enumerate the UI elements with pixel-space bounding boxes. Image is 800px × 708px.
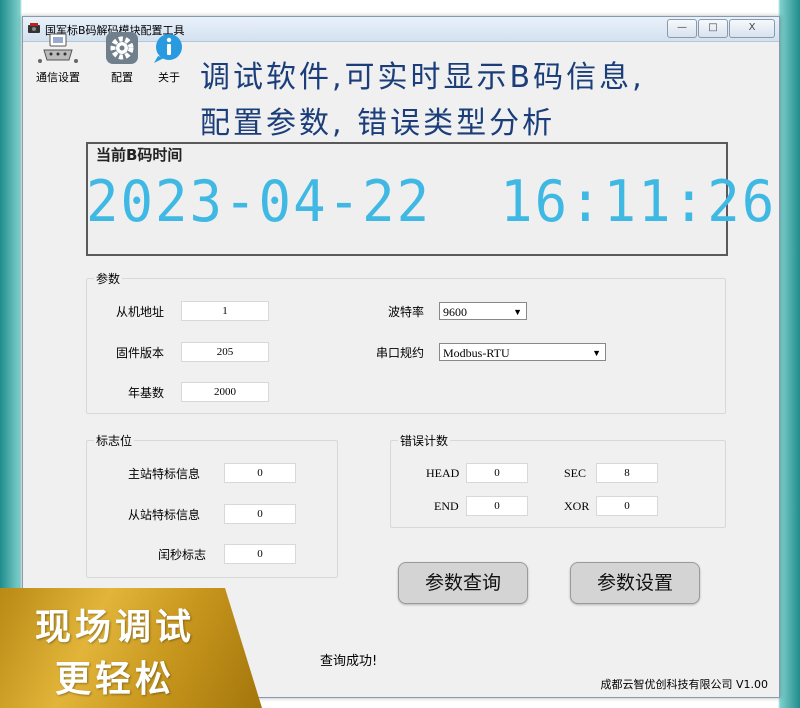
- gear-icon: [106, 32, 138, 64]
- flags-group-title: 标志位: [94, 432, 135, 449]
- head-label: HEAD: [426, 466, 460, 480]
- slave-flag-label: 从站特标信息: [128, 508, 201, 522]
- promo-caption-line2: 配置参数, 错误类型分析: [200, 106, 556, 141]
- leap-second-label: 闰秒标志: [158, 548, 207, 562]
- promo-banner: 现场调试 更轻松: [0, 588, 262, 708]
- toolbar-label-about: 关于: [158, 71, 180, 84]
- master-flag-label: 主站特标信息: [128, 467, 201, 481]
- status-message: 查询成功!: [320, 654, 378, 669]
- baud-rate-label: 波特率: [388, 305, 425, 319]
- protocol-select[interactable]: Modbus-RTU ▼: [439, 343, 606, 361]
- sec-count-field[interactable]: 8: [596, 463, 658, 483]
- toolbar-label-comm: 通信设置: [36, 71, 80, 84]
- leap-second-field[interactable]: 0: [224, 544, 296, 564]
- flags-group: [86, 440, 338, 578]
- window-controls: — □ X: [667, 19, 775, 38]
- minimize-button[interactable]: —: [667, 19, 697, 38]
- current-time-title: 当前B码时间: [94, 144, 185, 165]
- xor-count-field[interactable]: 0: [596, 496, 658, 516]
- company-version: 成都云智优创科技有限公司 V1.00: [600, 678, 768, 691]
- dropdown-arrow-icon: ▼: [513, 307, 522, 317]
- protocol-value: Modbus-RTU: [443, 346, 510, 360]
- promo-banner-line1: 现场调试: [34, 606, 195, 648]
- current-time-display: 2023-04-22 16:11:26: [86, 168, 777, 235]
- toolbar-comm-settings[interactable]: 通信设置: [36, 32, 80, 85]
- close-button[interactable]: X: [729, 19, 775, 38]
- firmware-version-field[interactable]: 205: [181, 342, 269, 362]
- end-count-field[interactable]: 0: [466, 496, 528, 516]
- error-count-group-title: 错误计数: [398, 432, 451, 449]
- promo-caption-line1: 调试软件,可实时显示B码信息,: [200, 60, 645, 95]
- end-label: END: [434, 499, 459, 513]
- year-base-label: 年基数: [128, 386, 165, 400]
- query-params-button[interactable]: 参数查询: [398, 562, 528, 604]
- toolbar-label-config: 配置: [111, 71, 133, 84]
- toolbar-about[interactable]: 关于: [148, 32, 190, 85]
- set-params-button[interactable]: 参数设置: [570, 562, 700, 604]
- dropdown-arrow-icon: ▼: [592, 348, 601, 358]
- maximize-button[interactable]: □: [698, 19, 728, 38]
- error-count-group: [390, 440, 726, 528]
- head-count-field[interactable]: 0: [466, 463, 528, 483]
- slave-flag-field[interactable]: 0: [224, 504, 296, 524]
- baud-rate-value: 9600: [443, 305, 467, 319]
- master-flag-field[interactable]: 0: [224, 463, 296, 483]
- baud-rate-select[interactable]: 9600 ▼: [439, 302, 527, 320]
- serial-port-icon: [38, 33, 78, 63]
- toolbar-config[interactable]: 配置: [104, 32, 140, 85]
- slave-address-label: 从机地址: [116, 305, 165, 319]
- year-base-field[interactable]: 2000: [181, 382, 269, 402]
- xor-label: XOR: [564, 499, 590, 513]
- info-icon: [154, 34, 182, 63]
- sec-label: SEC: [564, 466, 587, 480]
- params-group-title: 参数: [94, 270, 123, 287]
- firmware-version-label: 固件版本: [116, 346, 165, 360]
- protocol-label: 串口规约: [376, 346, 425, 360]
- promo-banner-line2: 更轻松: [54, 658, 175, 700]
- slave-address-field[interactable]: 1: [181, 301, 269, 321]
